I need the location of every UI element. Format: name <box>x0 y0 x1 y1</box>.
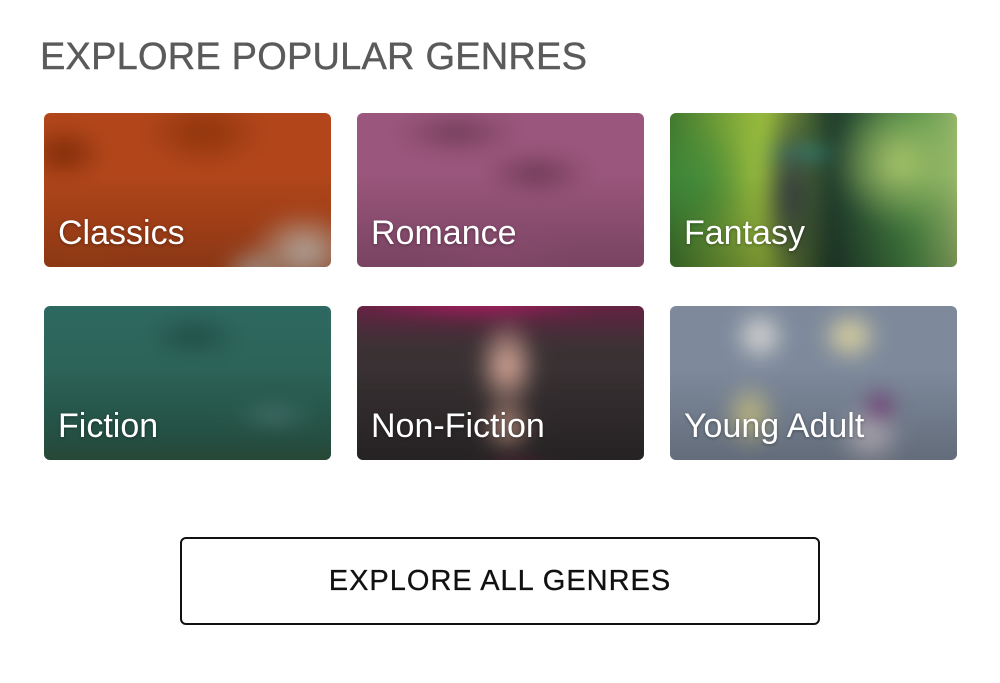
genre-tile-classics[interactable]: Classics <box>44 113 331 267</box>
genre-tile-fantasy[interactable]: Fantasy <box>670 113 957 267</box>
genre-tile-romance[interactable]: Romance <box>357 113 644 267</box>
explore-all-genres-button[interactable]: EXPLORE ALL GENRES <box>180 537 820 625</box>
explore-all-genres-label: EXPLORE ALL GENRES <box>328 564 672 597</box>
genre-tile-non-fiction[interactable]: Non-Fiction <box>357 306 644 460</box>
genre-grid: Classics Romance Fantasy Fiction Non-Fic… <box>44 113 957 460</box>
genre-label: Classics <box>58 214 185 252</box>
genre-tile-fiction[interactable]: Fiction <box>44 306 331 460</box>
genre-label: Young Adult <box>684 407 865 445</box>
genre-label: Romance <box>371 214 517 252</box>
genre-label: Fantasy <box>684 214 805 252</box>
explore-genres-section: EXPLORE POPULAR GENRES Classics Romance … <box>0 0 1000 683</box>
section-title: EXPLORE POPULAR GENRES <box>40 36 588 78</box>
genre-label: Fiction <box>58 407 159 445</box>
genre-tile-young-adult[interactable]: Young Adult <box>670 306 957 460</box>
genre-label: Non-Fiction <box>371 407 545 445</box>
